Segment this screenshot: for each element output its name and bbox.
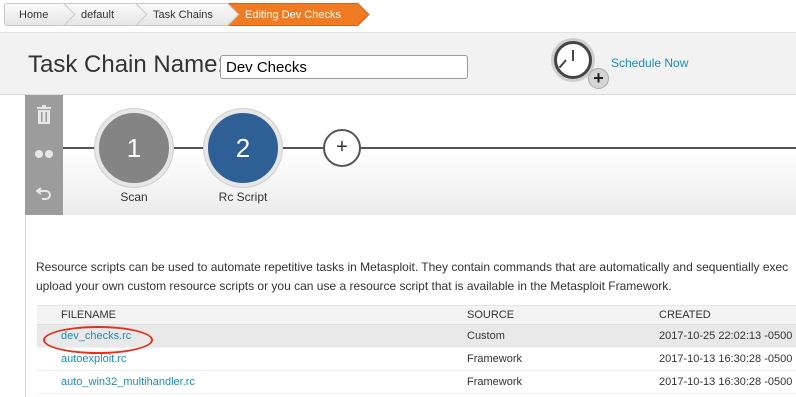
breadcrumb-home[interactable]: Home bbox=[4, 3, 64, 26]
task-chain-steps: 1 Scan 2 Rc Script + bbox=[63, 95, 796, 215]
clone-icon[interactable] bbox=[25, 135, 63, 171]
task-chain-name-label: Task Chain Name: bbox=[28, 51, 225, 78]
schedule-now-link[interactable]: Schedule Now bbox=[611, 56, 688, 70]
clock-icon[interactable] bbox=[554, 41, 592, 79]
filename-link[interactable]: autoexploit.rc bbox=[61, 353, 126, 365]
highlight-circle-annotation bbox=[43, 326, 153, 354]
column-created[interactable]: CREATED bbox=[659, 305, 796, 325]
breadcrumb: Home default Task Chains Editing Dev Che… bbox=[0, 0, 796, 30]
step-2-rc-script[interactable]: 2 bbox=[204, 109, 282, 187]
trash-icon[interactable] bbox=[25, 97, 63, 133]
task-chain-header: Task Chain Name: + Schedule Now bbox=[0, 32, 796, 95]
panel-border bbox=[25, 215, 26, 397]
step-2-label: Rc Script bbox=[218, 190, 268, 204]
table-row[interactable]: auto_win32_multihandler.rc Framework 201… bbox=[37, 370, 796, 394]
table-header-row: FILENAME SOURCE CREATED bbox=[37, 305, 796, 325]
source-cell: Custom bbox=[467, 324, 659, 348]
add-schedule-plus-icon[interactable]: + bbox=[588, 68, 609, 89]
created-cell: 2017-10-25 22:02:13 -0500 bbox=[659, 324, 796, 348]
created-cell: 2017-10-13 16:30:28 -0500 bbox=[659, 347, 796, 371]
filename-link[interactable]: auto_win32_multihandler.rc bbox=[61, 376, 195, 388]
source-cell: Framework bbox=[467, 370, 659, 394]
task-chain-name-input[interactable] bbox=[220, 55, 468, 79]
add-step-button[interactable]: + bbox=[323, 129, 361, 167]
resource-scripts-description: Resource scripts can be used to automate… bbox=[36, 260, 789, 293]
step-1-label: Scan bbox=[120, 190, 148, 204]
undo-icon[interactable] bbox=[25, 175, 63, 211]
source-cell: Framework bbox=[467, 347, 659, 371]
task-toolbar bbox=[25, 95, 63, 215]
column-filename[interactable]: FILENAME bbox=[37, 305, 467, 325]
resource-scripts-table: FILENAME SOURCE CREATED dev_checks.rc Cu… bbox=[37, 305, 796, 394]
table-row[interactable]: autoexploit.rc Framework 2017-10-13 16:3… bbox=[37, 347, 796, 371]
breadcrumb-task-chains[interactable]: Task Chains bbox=[136, 3, 228, 26]
step-1-scan[interactable]: 1 bbox=[95, 109, 173, 187]
column-source[interactable]: SOURCE bbox=[467, 305, 659, 325]
breadcrumb-editing-dev-checks: Editing Dev Checks bbox=[228, 3, 358, 26]
created-cell: 2017-10-13 16:30:28 -0500 bbox=[659, 370, 796, 394]
